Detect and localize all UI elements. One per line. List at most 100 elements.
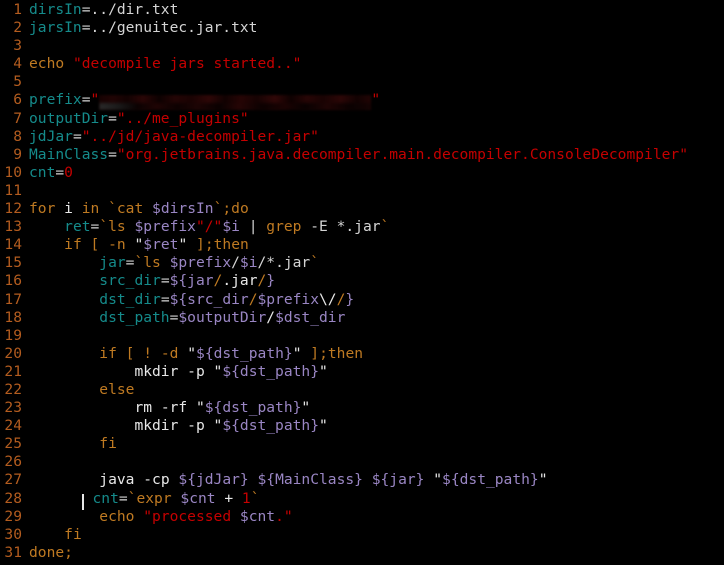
token-text: = bbox=[160, 272, 170, 290]
line-content[interactable]: dst_path=$outputDir/$dst_dir bbox=[29, 309, 345, 327]
code-lines-container[interactable]: 1 dirsIn=../dir.txt 2 jarsIn=../genuitec… bbox=[0, 1, 724, 565]
code-line[interactable]: 22 else bbox=[0, 381, 724, 399]
code-line[interactable]: 31 done; bbox=[0, 544, 724, 562]
code-line[interactable]: 7 outputDir="../me_plugins" bbox=[0, 110, 724, 128]
code-line[interactable]: 15 jar=`ls $prefix/$i/*.jar` bbox=[0, 254, 724, 272]
line-content[interactable]: for i in `cat $dirsIn`;do bbox=[29, 200, 249, 218]
line-content[interactable]: echo "processed $cnt." bbox=[29, 507, 293, 526]
code-line[interactable]: 5 bbox=[0, 73, 724, 91]
token-string: "../me_plugins" bbox=[116, 109, 249, 127]
line-content[interactable]: MainClass="org.jetbrains.java.decompiler… bbox=[29, 146, 688, 164]
code-line[interactable]: 17 dst_dir=${src_dir/$prefix\//} bbox=[0, 291, 724, 309]
code-line[interactable]: 2 jarsIn=../genuitec.jar.txt bbox=[0, 19, 724, 37]
line-number: 24 bbox=[4, 417, 22, 435]
line-number: 26 bbox=[4, 453, 22, 471]
code-line[interactable]: 24 mkdir -p "${dst_path}" bbox=[0, 417, 724, 435]
line-content[interactable]: echo "decompile jars started.." bbox=[29, 55, 301, 73]
token-number: 1 bbox=[241, 489, 251, 507]
token-command: `expr bbox=[127, 489, 172, 507]
line-content[interactable]: cnt=0 bbox=[29, 164, 73, 182]
code-line[interactable]: 8 jdJar="../jd/java-decompiler.jar" bbox=[0, 128, 724, 146]
code-line[interactable]: 27 java -cp ${jdJar} ${MainClass} ${jar}… bbox=[0, 471, 724, 489]
code-line[interactable]: 19 bbox=[0, 327, 724, 345]
code-line[interactable]: 6 prefix=" " bbox=[0, 91, 724, 110]
token-command: rm bbox=[134, 399, 153, 417]
line-content[interactable]: mkdir -p "${dst_path}" bbox=[29, 417, 327, 435]
code-line[interactable]: 23 rm -rf "${dst_path}" bbox=[0, 399, 724, 417]
code-line[interactable]: 21 mkdir -p "${dst_path}" bbox=[0, 363, 724, 381]
token-string: ." bbox=[275, 507, 293, 525]
code-line[interactable]: 14 if [ -n "$ret" ];then bbox=[0, 236, 724, 254]
token-text: = bbox=[72, 127, 82, 145]
code-line[interactable]: 10 cnt=0 bbox=[0, 164, 724, 182]
line-content[interactable]: rm -rf "${dst_path}" bbox=[29, 399, 310, 417]
line-content[interactable]: fi bbox=[29, 435, 117, 453]
line-number: 31 bbox=[4, 543, 22, 561]
line-content[interactable]: cnt=`expr $cnt + 1` bbox=[29, 489, 260, 510]
token-expansion: $i bbox=[239, 254, 258, 272]
line-content[interactable]: done; bbox=[29, 544, 73, 562]
line-content[interactable]: dst_dir=${src_dir/$prefix\//} bbox=[29, 291, 354, 309]
code-line[interactable]: 1 dirsIn=../dir.txt bbox=[0, 1, 724, 19]
line-content[interactable]: jarsIn=../genuitec.jar.txt bbox=[29, 19, 257, 37]
token-expansion: ${MainClass} bbox=[257, 471, 363, 489]
code-line[interactable]: 20 if [ ! -d "${dst_path}" ];then bbox=[0, 345, 724, 363]
token-flag: -d bbox=[160, 344, 179, 362]
line-content[interactable]: java -cp ${jdJar} ${MainClass} ${jar} "$… bbox=[29, 471, 547, 489]
line-content[interactable]: jdJar="../jd/java-decompiler.jar" bbox=[29, 128, 319, 146]
line-content[interactable]: jar=`ls $prefix/$i/*.jar` bbox=[29, 254, 319, 272]
token-identifier: jarsIn bbox=[29, 19, 82, 37]
line-content[interactable]: outputDir="../me_plugins" bbox=[29, 110, 249, 128]
line-content[interactable]: mkdir -p "${dst_path}" bbox=[29, 362, 327, 381]
line-number: 7 bbox=[13, 109, 22, 127]
code-line[interactable]: 25 fi bbox=[0, 435, 724, 453]
token-text: = bbox=[118, 489, 128, 507]
token-text: =../genuitec.jar.txt bbox=[81, 19, 258, 37]
code-line[interactable]: 11 bbox=[0, 182, 724, 200]
code-line[interactable]: 26 bbox=[0, 453, 724, 471]
code-line[interactable]: 29 echo "processed $cnt." bbox=[0, 508, 724, 526]
token-expansion: ${dst_path} bbox=[204, 399, 302, 417]
line-content[interactable]: if [ ! -d "${dst_path}" ];then bbox=[29, 345, 363, 363]
line-number: 10 bbox=[4, 163, 22, 181]
token-string: "org.jetbrains.java.decompiler.main.deco… bbox=[116, 145, 688, 163]
line-content[interactable]: ret=`ls $prefix"/"$i | grep -E *.jar` bbox=[29, 218, 389, 236]
code-line-active[interactable]: 28 cnt=`expr $cnt + 1` bbox=[0, 489, 724, 510]
code-line[interactable]: 18 dst_path=$outputDir/$dst_dir bbox=[0, 309, 724, 327]
token-command: java bbox=[99, 471, 135, 489]
code-line[interactable]: 13 ret=`ls $prefix"/"$i | grep -E *.jar` bbox=[0, 218, 724, 236]
code-editor[interactable]: 1 dirsIn=../dir.txt 2 jarsIn=../genuitec… bbox=[0, 0, 724, 565]
token-expansion: $prefix bbox=[134, 218, 196, 236]
line-content[interactable]: if [ -n "$ret" ];then bbox=[29, 236, 249, 254]
line-content[interactable]: fi bbox=[29, 526, 82, 544]
token-keyword: echo bbox=[29, 55, 65, 73]
token-text: =../dir.txt bbox=[81, 1, 179, 18]
token-expansion: $outputDir bbox=[178, 308, 267, 326]
line-content[interactable]: src_dir=${jar/.jar/} bbox=[29, 272, 275, 290]
token-identifier: prefix bbox=[29, 91, 82, 109]
code-line[interactable]: 3 bbox=[0, 37, 724, 55]
token-flag: -p bbox=[187, 362, 205, 380]
token-identifier: dst_dir bbox=[99, 290, 161, 308]
code-line[interactable]: 12 for i in `cat $dirsIn`;do bbox=[0, 200, 724, 218]
token-text: = bbox=[108, 145, 117, 163]
token-text: = bbox=[160, 290, 170, 308]
line-content[interactable]: dirsIn=../dir.txt bbox=[29, 1, 178, 19]
line-content[interactable]: prefix=" " bbox=[29, 91, 380, 110]
line-number: 16 bbox=[4, 272, 22, 290]
token-expansion: ${dst_path} bbox=[196, 344, 293, 362]
code-line[interactable]: 4 echo "decompile jars started.." bbox=[0, 55, 724, 73]
line-content[interactable]: else bbox=[29, 381, 134, 399]
code-line[interactable]: 16 src_dir=${jar/.jar/} bbox=[0, 272, 724, 290]
code-line[interactable]: 9 MainClass="org.jetbrains.java.decompil… bbox=[0, 146, 724, 164]
token-string: "../jd/java-decompiler.jar" bbox=[81, 127, 319, 145]
code-line[interactable]: 30 fi bbox=[0, 526, 724, 544]
